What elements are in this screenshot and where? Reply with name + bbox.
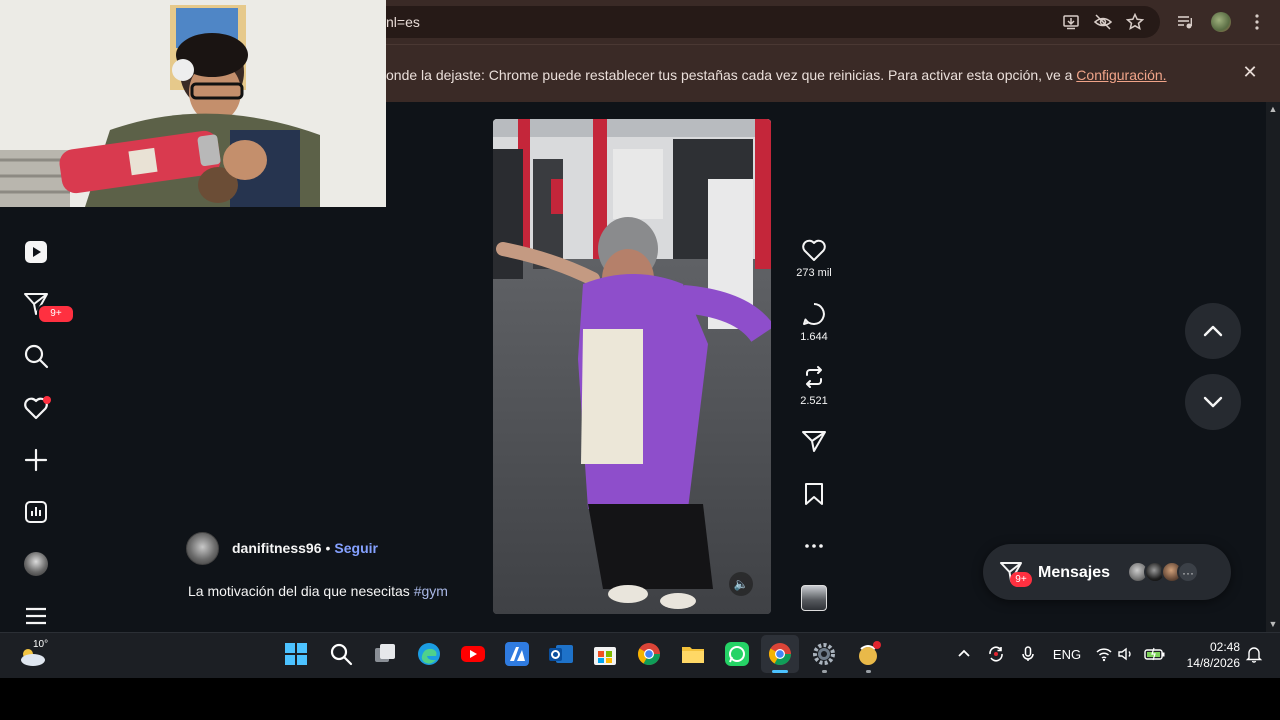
save-bookmark-icon[interactable] bbox=[800, 480, 828, 508]
profile-avatar[interactable] bbox=[1211, 12, 1231, 32]
windows-start-icon[interactable] bbox=[283, 641, 309, 667]
page-scrollbar[interactable] bbox=[1266, 102, 1280, 632]
tray-overflow-chevron-icon[interactable] bbox=[955, 645, 973, 663]
running-app-dot bbox=[866, 670, 871, 673]
notification-dot bbox=[43, 396, 51, 404]
author-username[interactable]: danifitness96 bbox=[232, 540, 321, 556]
post-caption: La motivación del dia que nesecitas #gym bbox=[188, 583, 448, 599]
audio-thumbnail[interactable] bbox=[801, 585, 827, 611]
reel-video-frame bbox=[493, 119, 771, 614]
scroll-down-arrow-icon[interactable]: ▼ bbox=[1268, 619, 1278, 629]
follow-button[interactable]: Seguir bbox=[334, 540, 378, 556]
webcam-image bbox=[0, 0, 386, 207]
task-view-icon[interactable] bbox=[372, 641, 398, 667]
author-avatar[interactable] bbox=[186, 532, 219, 565]
next-reel-button[interactable] bbox=[1185, 374, 1241, 430]
azure-app-icon[interactable] bbox=[504, 641, 530, 667]
more-contacts-icon: ··· bbox=[1177, 561, 1199, 583]
input-language[interactable]: ENG bbox=[1052, 647, 1082, 662]
author-line: danifitness96 • Seguir bbox=[232, 540, 378, 556]
reels-icon[interactable] bbox=[22, 238, 50, 266]
sync-icon[interactable] bbox=[987, 645, 1005, 663]
close-icon[interactable]: ✕ bbox=[1241, 63, 1259, 81]
eye-off-icon[interactable] bbox=[1093, 13, 1113, 31]
webcam-overlay bbox=[0, 0, 386, 207]
caption-text: La motivación del dia que nesecitas bbox=[188, 583, 410, 599]
scroll-up-arrow-icon[interactable]: ▲ bbox=[1268, 104, 1278, 114]
file-explorer-icon[interactable] bbox=[680, 641, 706, 667]
notification-center-icon[interactable] bbox=[1245, 645, 1263, 663]
comment-icon[interactable] bbox=[800, 300, 828, 328]
chevron-down-icon bbox=[1203, 396, 1223, 408]
menu-icon[interactable] bbox=[22, 602, 50, 630]
mute-toggle-icon[interactable]: 🔈 bbox=[729, 572, 753, 596]
likes-count: 273 mil bbox=[796, 267, 832, 279]
media-queue-icon[interactable] bbox=[1175, 12, 1195, 32]
install-app-icon[interactable] bbox=[1062, 13, 1080, 31]
settings-link[interactable]: Configuración. bbox=[1076, 67, 1166, 83]
outlook-icon[interactable] bbox=[548, 641, 574, 667]
youtube-icon[interactable] bbox=[460, 641, 486, 667]
profile-avatar[interactable] bbox=[24, 552, 48, 576]
system-clock[interactable]: 02:48 14/8/2026 bbox=[1176, 639, 1240, 671]
chrome-icon[interactable] bbox=[767, 641, 793, 667]
running-app-dot bbox=[822, 670, 827, 673]
repost-icon[interactable] bbox=[800, 363, 828, 391]
chart-icon[interactable] bbox=[22, 498, 50, 526]
messages-badge: 9+ bbox=[1010, 572, 1032, 587]
volume-icon[interactable] bbox=[1117, 645, 1135, 663]
address-bar[interactable]: nl=es bbox=[370, 6, 1160, 38]
chrome-profile-icon[interactable] bbox=[636, 641, 662, 667]
messages-label: Mensajes bbox=[1038, 564, 1111, 581]
previous-reel-button[interactable] bbox=[1185, 303, 1241, 359]
whatsapp-icon[interactable] bbox=[724, 641, 750, 667]
edge-browser-icon[interactable] bbox=[416, 641, 442, 667]
reposts-count: 2.521 bbox=[800, 395, 828, 407]
messages-badge: 9+ bbox=[37, 304, 75, 324]
more-options-icon[interactable] bbox=[800, 532, 828, 560]
url-text[interactable]: nl=es bbox=[386, 14, 420, 30]
screen-bottom bbox=[0, 678, 1280, 720]
screen: nl=es onde la dejaste: Chrome puede rest… bbox=[0, 0, 1280, 720]
chevron-up-icon bbox=[1203, 325, 1223, 337]
wifi-icon[interactable] bbox=[1095, 645, 1113, 663]
plus-icon[interactable] bbox=[22, 446, 50, 474]
microphone-icon[interactable] bbox=[1019, 645, 1037, 663]
infobar-message: onde la dejaste: Chrome puede restablece… bbox=[386, 67, 1167, 83]
hashtag-link[interactable]: #gym bbox=[414, 583, 448, 599]
clock-time: 02:48 bbox=[1209, 640, 1240, 654]
taskbar-search-icon[interactable] bbox=[328, 641, 354, 667]
game-app-icon[interactable] bbox=[855, 641, 881, 667]
reel-video[interactable] bbox=[493, 119, 771, 614]
microsoft-store-icon[interactable] bbox=[592, 641, 618, 667]
search-icon[interactable] bbox=[22, 342, 50, 370]
separator-dot: • bbox=[325, 540, 331, 556]
active-app-indicator bbox=[772, 670, 788, 673]
bookmark-star-icon[interactable] bbox=[1125, 12, 1145, 31]
settings-gear-icon[interactable] bbox=[811, 641, 837, 667]
kebab-menu-icon[interactable] bbox=[1247, 12, 1267, 32]
like-icon[interactable] bbox=[800, 236, 828, 264]
clock-date: 14/8/2026 bbox=[1186, 656, 1240, 670]
infobar-text: onde la dejaste: Chrome puede restablece… bbox=[386, 67, 1073, 83]
messages-button[interactable]: 9+ Mensajes ··· bbox=[983, 544, 1231, 600]
comments-count: 1.644 bbox=[800, 331, 828, 343]
battery-charging-icon[interactable] bbox=[1144, 645, 1166, 663]
weather-temperature[interactable]: 10° bbox=[33, 639, 48, 650]
share-icon[interactable] bbox=[800, 427, 828, 455]
